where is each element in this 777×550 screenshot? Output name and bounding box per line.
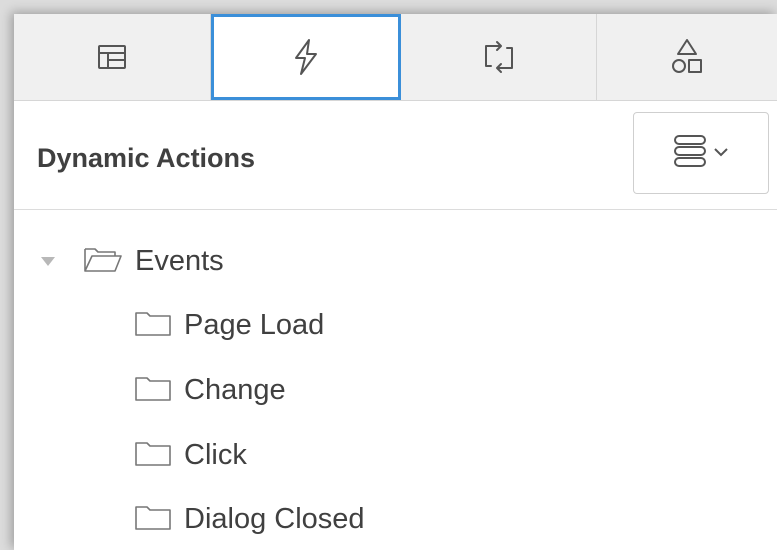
- tree-node-label: Click: [184, 438, 247, 471]
- lightning-icon: [292, 38, 320, 76]
- chevron-down-icon: [713, 144, 729, 162]
- tab-layout[interactable]: [14, 14, 211, 100]
- tree-node-label: Dialog Closed: [184, 502, 365, 535]
- folder-open-icon: [83, 245, 123, 278]
- tab-bar: [14, 14, 777, 101]
- layout-icon: [97, 44, 127, 70]
- tree-node-label: Events: [135, 244, 224, 277]
- tree-node-page-load[interactable]: Page Load: [134, 305, 324, 345]
- folder-icon: [134, 309, 172, 342]
- expand-caret-icon[interactable]: [41, 256, 55, 266]
- shapes-icon: [670, 38, 704, 76]
- tab-shared-components[interactable]: [401, 14, 597, 100]
- tree-node-events[interactable]: Events: [41, 241, 224, 281]
- tree-node-label: Page Load: [184, 308, 325, 341]
- tree-node-click[interactable]: Click: [134, 435, 247, 475]
- tab-shapes[interactable]: [597, 14, 777, 100]
- dynamic-actions-panel: Dynamic Actions Events Page Load Change …: [14, 14, 777, 550]
- swap-icon: [481, 40, 517, 74]
- tab-dynamic-actions[interactable]: [211, 14, 401, 100]
- page-title: Dynamic Actions: [37, 143, 256, 173]
- view-menu-button[interactable]: [633, 112, 769, 194]
- folder-icon: [134, 503, 172, 536]
- tree-node-change[interactable]: Change: [134, 370, 286, 410]
- tree-node-dialog-closed[interactable]: Dialog Closed: [134, 499, 365, 539]
- folder-icon: [134, 374, 172, 407]
- folder-icon: [134, 439, 172, 472]
- stacked-menu-icon: [673, 133, 707, 174]
- panel-header: Dynamic Actions: [14, 101, 777, 210]
- tree-node-label: Change: [184, 373, 286, 406]
